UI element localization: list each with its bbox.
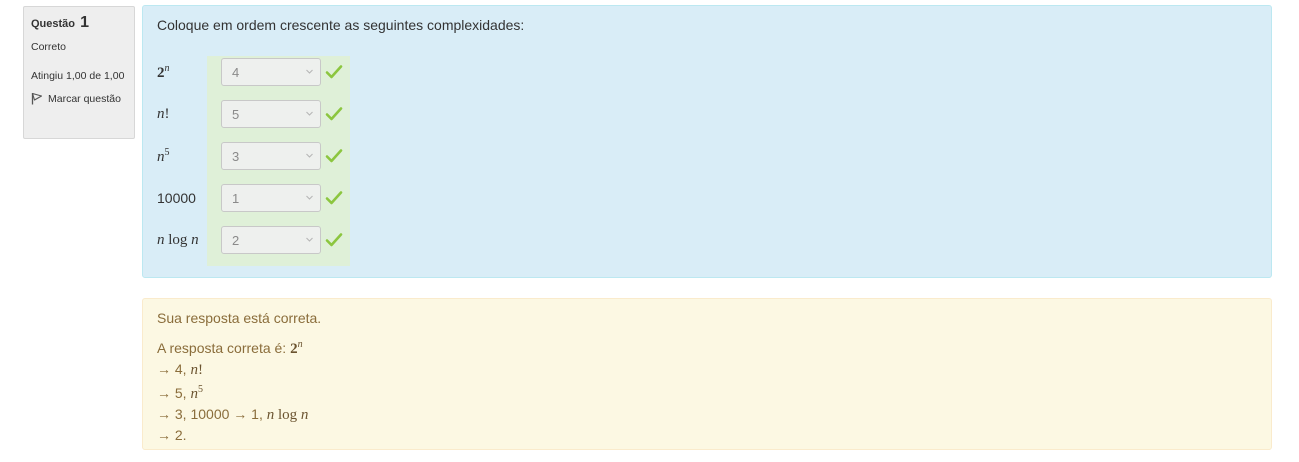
arrow-glyph: → bbox=[157, 361, 171, 377]
flag-question-label: Marcar questão bbox=[48, 92, 121, 105]
question-formulation: Coloque em ordem crescente as seguintes … bbox=[142, 5, 1272, 278]
match-row: n5 3 bbox=[157, 141, 343, 171]
right-answer-line: → 3, 10000 → 1, n log n bbox=[157, 404, 308, 425]
question-number-heading: Questão 1 bbox=[31, 14, 127, 32]
select-value: 2 bbox=[232, 232, 240, 248]
question-state: Correto bbox=[31, 41, 67, 53]
match-row: n! 5 bbox=[157, 99, 343, 129]
chevron-down-icon bbox=[306, 153, 313, 158]
correct-check-icon bbox=[325, 107, 343, 121]
match-row: 2n 4 bbox=[157, 57, 343, 87]
correct-check-icon bbox=[325, 149, 343, 163]
select-value: 5 bbox=[232, 106, 240, 122]
math-stem: n5 bbox=[190, 384, 203, 402]
chevron-down-icon bbox=[306, 237, 313, 242]
match-select[interactable]: 2 bbox=[221, 226, 321, 254]
arrow-glyph: → bbox=[157, 385, 171, 401]
match-stem: n! bbox=[157, 105, 170, 122]
right-answer-line: → 2. bbox=[157, 425, 308, 445]
match-row: 10000 1 bbox=[157, 183, 343, 213]
question-grade: Atingiu 1,00 de 1,00 bbox=[31, 70, 125, 82]
select-value: 1 bbox=[232, 190, 240, 206]
feedback-result: Sua resposta está correta. bbox=[157, 310, 322, 326]
select-value: 4 bbox=[232, 64, 240, 80]
right-answer-line: A resposta correta é: 2n bbox=[157, 335, 308, 359]
question-number: 1 bbox=[80, 14, 89, 31]
correct-check-icon bbox=[325, 191, 343, 205]
select-value: 3 bbox=[232, 148, 240, 164]
answer-text: 3, 10000 → 1, bbox=[174, 406, 263, 422]
match-select[interactable]: 5 bbox=[221, 100, 321, 128]
math-stem: n! bbox=[190, 362, 203, 378]
math-stem: n log n bbox=[266, 407, 309, 423]
answer-text: 4, bbox=[174, 361, 187, 377]
right-answer-line: → 5, n5 bbox=[157, 380, 308, 404]
answer-text: 2. bbox=[174, 427, 187, 443]
flag-icon bbox=[31, 92, 43, 105]
chevron-down-icon bbox=[306, 111, 313, 116]
feedback-panel: Sua resposta está correta. A resposta co… bbox=[142, 298, 1272, 450]
arrow-glyph: → bbox=[157, 406, 171, 422]
flag-question-button[interactable]: Marcar questão bbox=[31, 92, 127, 105]
arrow-glyph: → bbox=[157, 427, 171, 443]
right-answer-line: → 4, n! bbox=[157, 359, 308, 380]
match-select[interactable]: 3 bbox=[221, 142, 321, 170]
answer-prefix: A resposta correta é: bbox=[157, 340, 287, 356]
match-stem: n5 bbox=[157, 146, 170, 165]
match-stem: n log n bbox=[157, 231, 199, 248]
question-text: Coloque em ordem crescente as seguintes … bbox=[157, 17, 525, 33]
right-answer: A resposta correta é: 2n → 4, n! → 5, n5… bbox=[157, 335, 308, 445]
answer-text: 5, bbox=[174, 385, 187, 401]
correct-check-icon bbox=[325, 65, 343, 79]
match-row: n log n 2 bbox=[157, 225, 343, 255]
match-stem: 10000 bbox=[157, 190, 196, 206]
match-select[interactable]: 4 bbox=[221, 58, 321, 86]
correct-check-icon bbox=[325, 233, 343, 247]
match-select[interactable]: 1 bbox=[221, 184, 321, 212]
match-stem: 2n bbox=[157, 62, 170, 81]
chevron-down-icon bbox=[306, 195, 313, 200]
chevron-down-icon bbox=[306, 69, 313, 74]
math-stem: 2n bbox=[290, 339, 303, 357]
question-label: Questão bbox=[31, 18, 76, 30]
question-info-panel: Questão 1 Correto Atingiu 1,00 de 1,00 M… bbox=[23, 6, 135, 139]
